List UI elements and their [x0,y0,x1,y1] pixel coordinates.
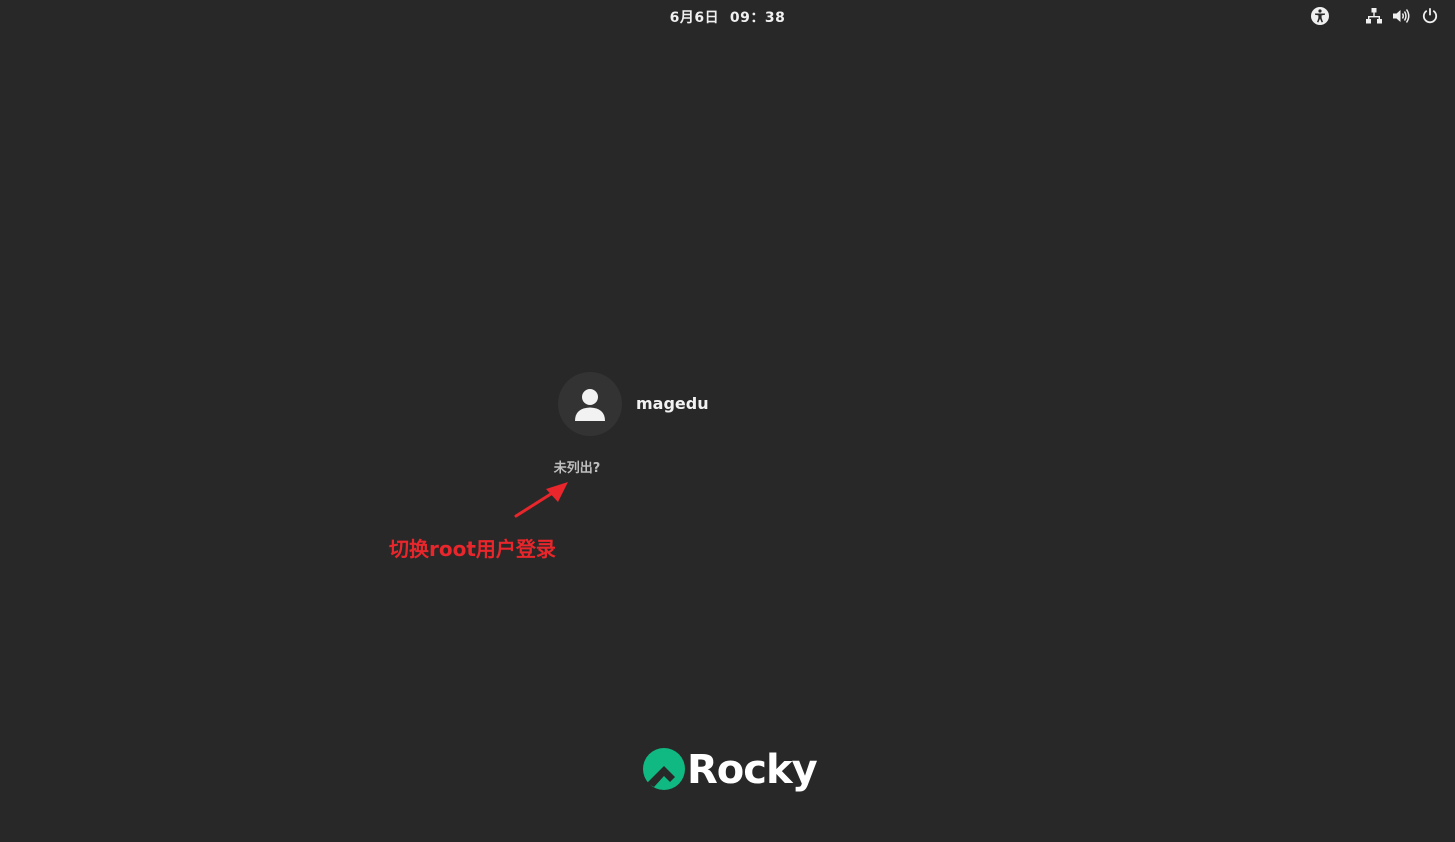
power-icon[interactable] [1420,6,1440,26]
avatar [558,372,622,436]
login-screen: 6月6日 09：38 magedu 未列出? 切换root用户登录 Rocky [0,0,1455,842]
clock-text: 6月6日 09：38 [669,10,786,26]
annotation-text: 切换root用户登录 [389,537,556,561]
clock[interactable]: 6月6日 09：38 [0,7,1455,27]
volume-icon[interactable] [1391,6,1411,26]
rocky-logo: Rocky [640,744,818,798]
network-wired-icon[interactable] [1364,6,1384,26]
top-bar: 6月6日 09：38 [0,0,1455,34]
logo-text: Rocky [687,747,818,793]
user-avatar-icon [575,389,605,421]
user-list-item-magedu[interactable]: magedu [556,370,726,438]
annotation-arrow-icon [514,482,568,518]
accessibility-icon[interactable] [1310,6,1330,26]
rocky-logo-mark-icon [643,748,685,790]
user-name: magedu [636,394,709,413]
not-listed-button[interactable]: 未列出? [540,457,614,476]
